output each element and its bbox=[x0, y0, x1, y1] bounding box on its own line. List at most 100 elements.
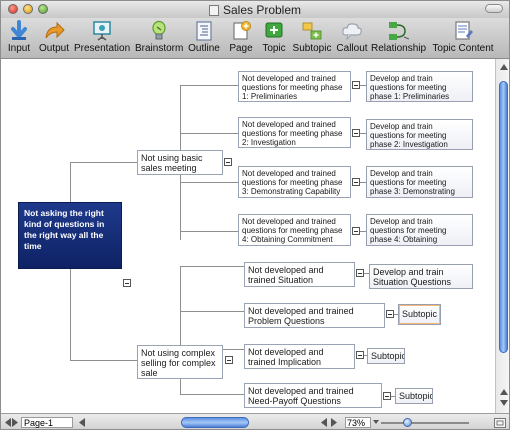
window-title: Sales Problem bbox=[1, 3, 509, 17]
page-add-icon bbox=[233, 21, 251, 40]
input-button-label: Input bbox=[7, 43, 31, 54]
branch-topic-complex-selling[interactable]: Not using complex selling for complex sa… bbox=[137, 345, 223, 379]
main-topic[interactable]: Not asking the right kind of questions i… bbox=[18, 202, 122, 269]
subtopic-phase3[interactable]: Develop and train questions for meeting … bbox=[366, 166, 473, 198]
toolbar: Input Output Presentation Brainstorm Out… bbox=[1, 18, 509, 59]
subtopic-implication-questions[interactable]: Subtopic bbox=[367, 348, 405, 364]
subtopic-phase1[interactable]: Develop and train questions for meeting … bbox=[366, 71, 473, 102]
subtopic-problem-questions-selected[interactable]: Subtopic bbox=[398, 304, 441, 325]
connector-line bbox=[70, 162, 137, 163]
input-arrow-icon bbox=[11, 20, 27, 40]
collapse-phase2-toggle[interactable] bbox=[352, 129, 360, 137]
scroll-left-arrow-icon[interactable] bbox=[79, 418, 85, 427]
collapse-situation-toggle[interactable] bbox=[356, 269, 364, 277]
output-button-label: Output bbox=[38, 43, 70, 54]
relationship-icon bbox=[389, 22, 409, 40]
window-title-text: Sales Problem bbox=[222, 3, 302, 17]
vertical-scroll-thumb[interactable] bbox=[499, 81, 508, 353]
output-arrow-icon bbox=[45, 21, 65, 39]
title-bar: Sales Problem bbox=[1, 1, 509, 19]
horizontal-scroll-thumb[interactable] bbox=[181, 417, 249, 428]
page-selector[interactable]: Page-1 (1/1) bbox=[21, 417, 73, 428]
scroll-down-arrow-icon[interactable] bbox=[500, 400, 508, 406]
topic-implication-questions[interactable]: Not developed and trained Implication Qu… bbox=[244, 344, 355, 369]
subtopic-add-icon bbox=[302, 22, 322, 40]
collapse-implication-toggle[interactable] bbox=[356, 351, 364, 359]
branch-topic-basic-sales-agenda[interactable]: Not using basic sales meeting agenda bbox=[137, 150, 223, 175]
vertical-scrollbar[interactable] bbox=[495, 59, 509, 413]
scroll-right-arrow-icon[interactable] bbox=[331, 418, 337, 427]
page-indicator: Page-1 (1/1) bbox=[24, 418, 54, 428]
fit-window-icon[interactable] bbox=[494, 418, 506, 428]
topic-button[interactable]: Topic bbox=[259, 20, 289, 58]
toolbar-toggle-button[interactable] bbox=[485, 4, 503, 13]
zoom-slider-knob[interactable] bbox=[403, 418, 412, 427]
zoom-slider-track[interactable] bbox=[381, 422, 469, 424]
page-button[interactable]: Page bbox=[227, 20, 255, 58]
page-button-label: Page bbox=[229, 43, 253, 54]
subtopic-phase2[interactable]: Develop and train questions for meeting … bbox=[366, 119, 473, 150]
subtopic-situation-questions[interactable]: Develop and train Situation Questions bbox=[369, 264, 473, 289]
outline-list-icon bbox=[196, 21, 212, 41]
topic-content-button-label: Topic Content bbox=[432, 43, 494, 54]
brainstorm-button[interactable]: Brainstorm bbox=[135, 20, 183, 58]
collapse-branch1-toggle[interactable] bbox=[224, 158, 232, 166]
input-button[interactable]: Input bbox=[5, 20, 33, 58]
mind-map-canvas[interactable]: Not asking the right kind of questions i… bbox=[1, 59, 495, 413]
collapse-branch2-toggle[interactable] bbox=[225, 356, 233, 364]
zoom-level: 73% bbox=[347, 418, 366, 428]
collapse-phase1-toggle[interactable] bbox=[352, 81, 360, 89]
connector-line bbox=[180, 85, 238, 86]
presentation-button-label: Presentation bbox=[74, 43, 131, 54]
app-window: Sales Problem Input Output Presentation … bbox=[0, 0, 510, 430]
collapse-phase3-toggle[interactable] bbox=[352, 178, 360, 186]
connector-line bbox=[70, 360, 137, 361]
connector-line bbox=[180, 182, 238, 183]
topic-problem-questions[interactable]: Not developed and trained Problem Questi… bbox=[244, 303, 385, 328]
collapse-main-toggle[interactable] bbox=[123, 279, 131, 287]
scroll-up-arrow-icon[interactable] bbox=[500, 64, 508, 70]
callout-cloud-icon bbox=[342, 23, 362, 41]
connector-line bbox=[180, 394, 244, 395]
topic-situation-questions[interactable]: Not developed and trained Situation Ques… bbox=[244, 262, 355, 287]
topic-content-icon bbox=[455, 21, 473, 40]
topic-phase3[interactable]: Not developed and trained questions for … bbox=[238, 166, 351, 198]
topic-need-payoff-questions[interactable]: Not developed and trained Need-Payoff Qu… bbox=[244, 383, 382, 408]
connector-line bbox=[180, 311, 244, 312]
relationship-button[interactable]: Relationship bbox=[371, 20, 427, 58]
connector-line bbox=[180, 266, 244, 267]
outline-button[interactable]: Outline bbox=[187, 20, 221, 58]
presentation-board-icon bbox=[93, 21, 111, 41]
previous-page-arrow-icon[interactable] bbox=[5, 418, 11, 427]
next-page-arrow-icon[interactable] bbox=[12, 418, 18, 427]
output-button[interactable]: Output bbox=[37, 20, 71, 58]
topic-phase4[interactable]: Not developed and trained questions for … bbox=[238, 214, 351, 246]
zoom-dropdown-arrow-icon[interactable] bbox=[373, 418, 379, 427]
topic-phase1[interactable]: Not developed and trained questions for … bbox=[238, 71, 351, 102]
connector-line bbox=[180, 133, 238, 134]
collapse-need-payoff-toggle[interactable] bbox=[383, 392, 391, 400]
subtopic-button[interactable]: Subtopic bbox=[292, 20, 332, 58]
scroll-left-arrow-icon[interactable] bbox=[321, 418, 327, 427]
outline-button-label: Outline bbox=[188, 43, 220, 54]
status-bar: Page-1 (1/1) 73% bbox=[1, 413, 509, 429]
topic-phase2[interactable]: Not developed and trained questions for … bbox=[238, 117, 351, 148]
subtopic-need-payoff-questions[interactable]: Subtopic bbox=[395, 388, 433, 404]
connector-line bbox=[180, 231, 238, 232]
brainstorm-button-label: Brainstorm bbox=[135, 43, 184, 54]
subtopic-phase4[interactable]: Develop and train questions for meeting … bbox=[366, 214, 473, 246]
callout-button-label: Callout bbox=[336, 43, 368, 54]
collapse-phase4-toggle[interactable] bbox=[352, 227, 360, 235]
callout-button[interactable]: Callout bbox=[335, 20, 369, 58]
scroll-up-arrow-icon[interactable] bbox=[500, 389, 508, 395]
collapse-problem-toggle[interactable] bbox=[386, 310, 394, 318]
brainstorm-bulb-icon bbox=[152, 20, 166, 40]
relationship-button-label: Relationship bbox=[371, 43, 427, 54]
topic-add-icon bbox=[265, 22, 283, 38]
topic-button-label: Topic bbox=[262, 43, 286, 54]
presentation-button[interactable]: Presentation bbox=[74, 20, 130, 58]
zoom-selector[interactable]: 73% bbox=[345, 417, 371, 428]
topic-content-button[interactable]: Topic Content bbox=[431, 20, 495, 58]
document-icon bbox=[208, 5, 219, 16]
subtopic-button-label: Subtopic bbox=[292, 43, 332, 54]
